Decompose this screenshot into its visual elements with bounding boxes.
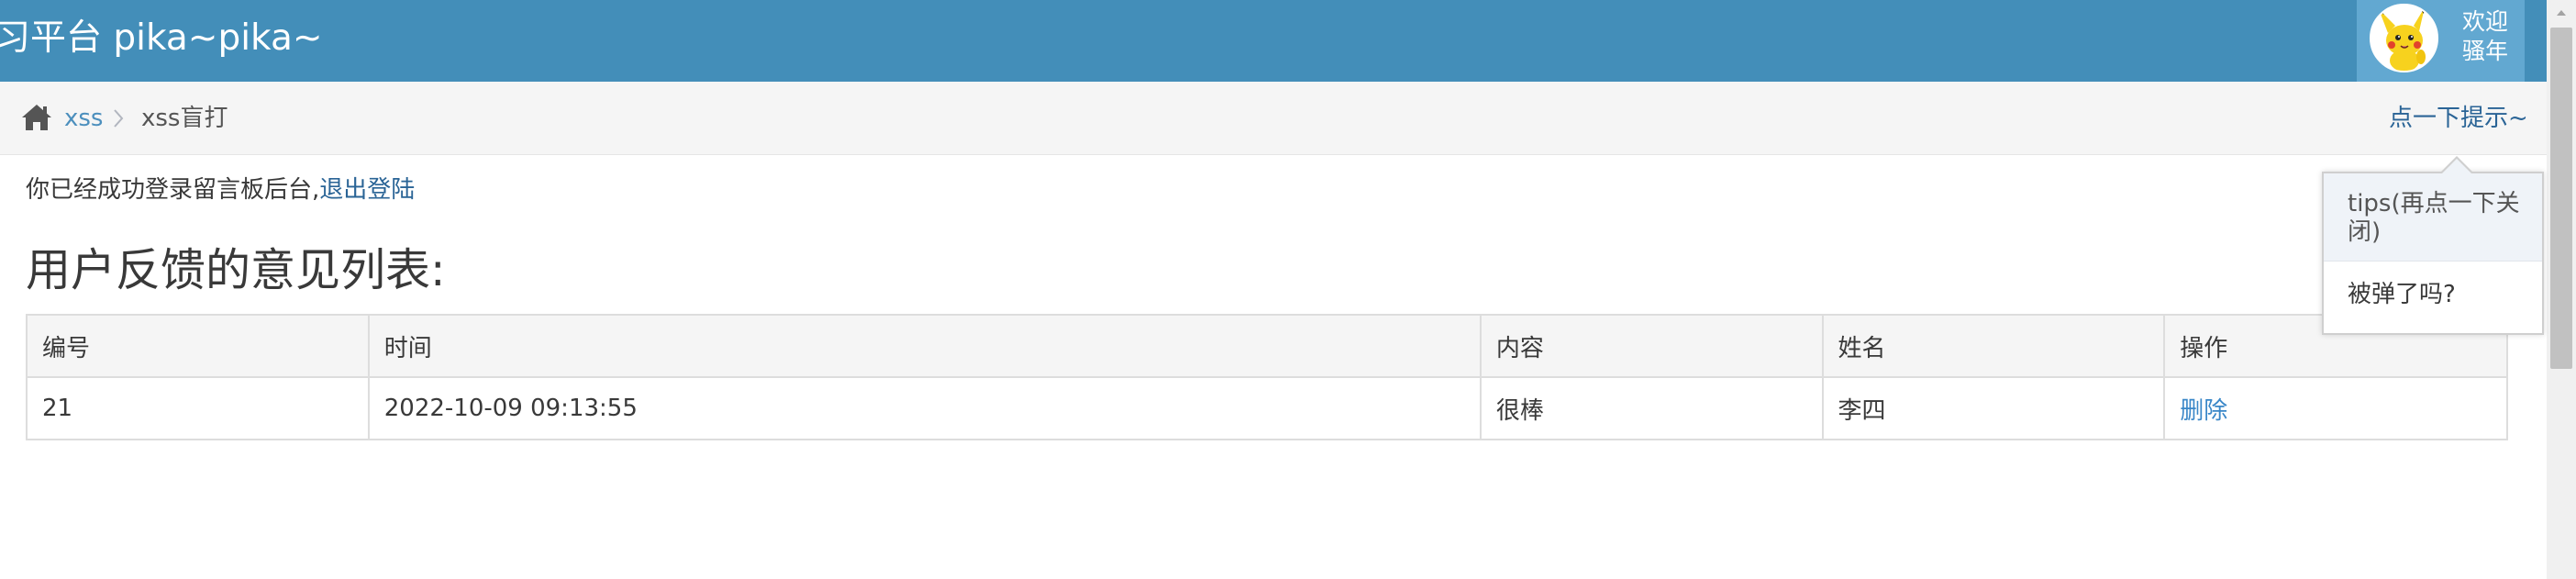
popover-title: tips(再点一下关闭) <box>2324 173 2542 262</box>
login-message: 你已经成功登录留言板后台, <box>26 176 320 204</box>
page-title: 用户反馈的意见列表: <box>26 244 446 296</box>
greeting-line-2: 骚年 <box>2462 38 2509 64</box>
table-header-row: 编号 时间 内容 姓名 操作 <box>26 314 2508 378</box>
scrollbar-thumb[interactable] <box>2550 28 2572 369</box>
popover-content: 被弹了吗? <box>2348 281 2456 308</box>
column-header-name: 姓名 <box>1821 314 2166 378</box>
breadcrumb-item-current: xss盲打 <box>141 105 228 132</box>
chevron-right-icon <box>114 109 124 128</box>
tip-link[interactable]: 点一下提示~ <box>2389 104 2528 133</box>
home-icon[interactable] <box>20 102 53 133</box>
tips-popover[interactable]: tips(再点一下关闭) 被弹了吗? <box>2322 172 2544 335</box>
login-status: 你已经成功登录留言板后台,退出登陆 <box>26 175 415 205</box>
scroll-up-arrow-icon[interactable] <box>2554 6 2569 20</box>
user-menu[interactable]: 欢迎 骚年 <box>2357 0 2525 82</box>
cell-time: 2022-10-09 09:13:55 <box>367 376 1482 440</box>
feedback-table: 编号 时间 内容 姓名 操作 21 2022-10-09 09:13:55 很棒… <box>26 314 2508 440</box>
breadcrumb: xss xss盲打 点一下提示~ <box>0 82 2547 155</box>
vertical-scrollbar[interactable] <box>2547 0 2576 579</box>
table-row: 21 2022-10-09 09:13:55 很棒 李四 删除 <box>26 376 2508 440</box>
delete-link[interactable]: 删除 <box>2180 397 2227 425</box>
column-header-content: 内容 <box>1479 314 1824 378</box>
top-navbar: 习平台 pika~pika~ 欢迎 骚年 <box>0 0 2547 82</box>
popover-arrow-inner <box>2442 159 2471 173</box>
breadcrumb-item-xss[interactable]: xss <box>64 104 103 133</box>
greeting-line-1: 欢迎 <box>2462 8 2509 35</box>
user-greeting[interactable]: 欢迎 骚年 <box>2462 7 2517 66</box>
avatar[interactable] <box>2370 4 2438 72</box>
pikachu-avatar-icon <box>2371 6 2437 71</box>
brand-title[interactable]: 习平台 pika~pika~ <box>0 13 323 64</box>
cell-id: 21 <box>26 376 370 440</box>
cell-action: 删除 <box>2163 376 2508 440</box>
cell-content: 很棒 <box>1479 376 1824 440</box>
column-header-id: 编号 <box>26 314 370 378</box>
logout-link[interactable]: 退出登陆 <box>319 176 415 204</box>
column-header-time: 时间 <box>367 314 1482 378</box>
cell-name: 李四 <box>1821 376 2166 440</box>
